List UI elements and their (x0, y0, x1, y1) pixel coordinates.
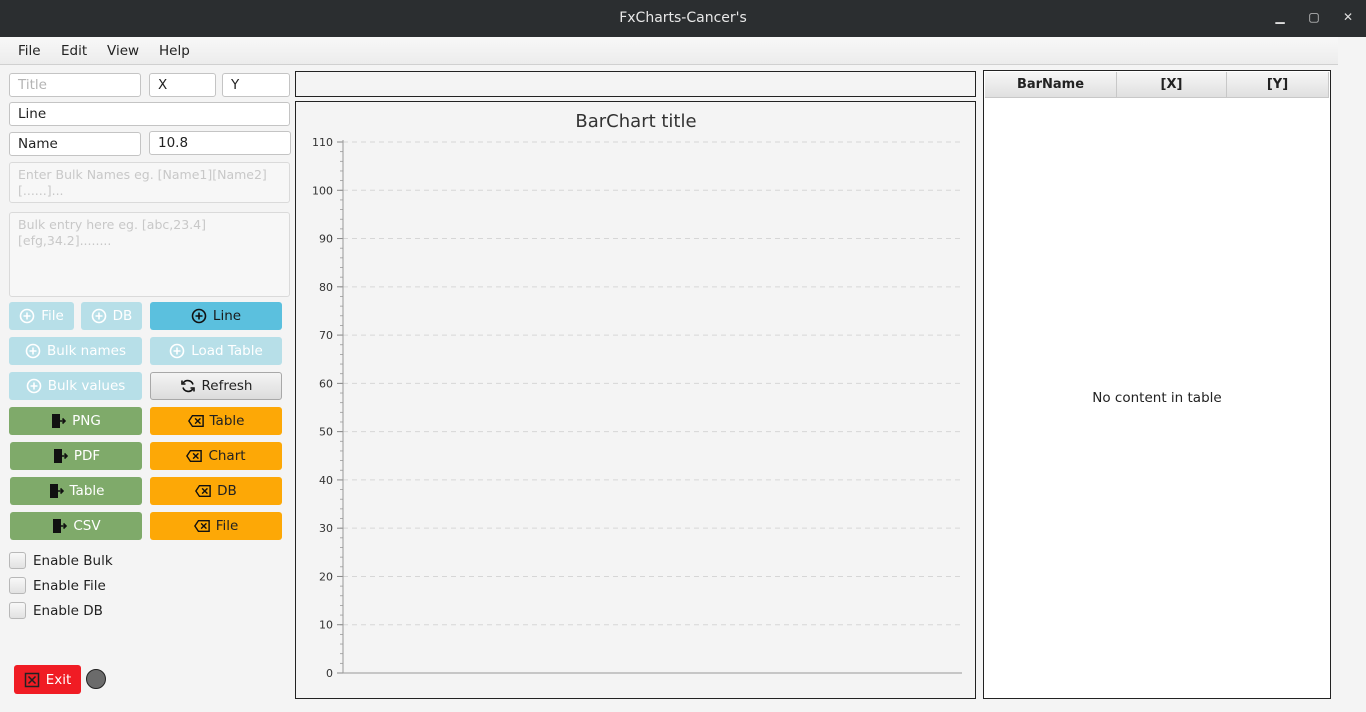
status-indicator (86, 669, 106, 689)
clear-db-label: DB (217, 483, 237, 499)
clear-chart-label: Chart (208, 448, 246, 464)
clear-db-button[interactable]: DB (150, 477, 282, 505)
load-table-label: Load Table (191, 343, 263, 359)
window-title: FxCharts-Cancer's (619, 10, 747, 26)
column-header-barname[interactable]: BarName (985, 72, 1117, 98)
refresh-button[interactable]: Refresh (150, 372, 282, 400)
bulk-values-label: Bulk values (47, 378, 126, 394)
y-tick-label: 40 (319, 474, 333, 487)
y-tick-label: 80 (319, 281, 333, 294)
x-input[interactable]: X (149, 73, 216, 97)
chart-title: BarChart title (575, 111, 696, 132)
plus-circle-icon (25, 343, 41, 359)
exit-label: Exit (45, 671, 72, 688)
series-input[interactable]: Line (9, 102, 290, 126)
y-tick-label: 90 (319, 233, 333, 246)
name-input[interactable]: Name (9, 132, 141, 156)
y-tick-label: 100 (312, 184, 333, 197)
load-table-button[interactable]: Load Table (150, 337, 282, 365)
chart-panel: BarChart title 0 10 20 30 40 50 60 70 80 90 100 110 (295, 101, 976, 699)
title-input[interactable]: Title (9, 73, 141, 97)
maximize-icon[interactable]: ▢ (1306, 9, 1322, 25)
enable-db-label: Enable DB (33, 603, 103, 619)
bulk-entry-textarea[interactable]: Bulk entry here eg. [abc,23.4][efg,34.2]… (9, 212, 290, 297)
clear-file-button[interactable]: File (150, 512, 282, 540)
plus-circle-icon (26, 378, 42, 394)
export-table-label: Table (69, 483, 105, 499)
plus-circle-icon (19, 308, 35, 324)
add-line-label: Line (212, 308, 242, 324)
status-bar (295, 71, 976, 97)
table-empty-message: No content in table (1092, 390, 1222, 406)
plus-circle-icon (169, 343, 185, 359)
add-file-label: File (41, 308, 64, 324)
export-csv-button[interactable]: CSV (10, 512, 142, 540)
menu-file[interactable]: File (18, 43, 41, 59)
refresh-icon (180, 379, 195, 393)
y-tick-label: 30 (319, 522, 333, 535)
export-png-button[interactable]: PNG (9, 407, 142, 435)
menu-help[interactable]: Help (159, 43, 190, 59)
plus-circle-icon (91, 308, 106, 324)
minimize-icon[interactable]: ▁ (1272, 9, 1288, 25)
y-tick-label: 70 (319, 329, 333, 342)
bulk-values-button[interactable]: Bulk values (9, 372, 142, 400)
add-line-button[interactable]: Line (150, 302, 282, 330)
export-icon (53, 519, 68, 533)
clear-x-icon (186, 449, 203, 463)
y-input[interactable]: Y (222, 73, 290, 97)
export-png-label: PNG (72, 413, 101, 429)
enable-file-label: Enable File (33, 578, 106, 594)
enable-db-checkbox[interactable] (9, 602, 26, 619)
value-input[interactable]: 10.8 (149, 131, 291, 155)
bulk-names-input[interactable]: Enter Bulk Names eg. [Name1][Name2][....… (9, 162, 290, 203)
clear-x-icon (187, 414, 204, 428)
bar-chart: BarChart title 0 10 20 30 40 50 60 70 80 90 100 110 (312, 111, 962, 680)
y-tick-label: 0 (326, 667, 333, 680)
column-header-x[interactable]: [X] (1117, 72, 1227, 98)
export-csv-label: CSV (73, 518, 101, 534)
enable-file-checkbox[interactable] (9, 577, 26, 594)
y-tick-label: 10 (319, 619, 333, 632)
export-icon (49, 484, 64, 498)
y-tick-label: 50 (319, 426, 333, 439)
clear-chart-button[interactable]: Chart (150, 442, 282, 470)
export-pdf-label: PDF (73, 448, 101, 464)
menu-edit[interactable]: Edit (61, 43, 87, 59)
add-db-label: DB (112, 308, 133, 324)
clear-x-icon (193, 519, 210, 533)
refresh-label: Refresh (201, 378, 253, 394)
clear-file-label: File (215, 518, 239, 534)
export-icon (52, 414, 67, 428)
bulk-names-button[interactable]: Bulk names (9, 337, 142, 365)
plus-circle-icon (191, 308, 207, 324)
clear-table-button[interactable]: Table (150, 407, 282, 435)
y-tick-label: 20 (319, 570, 333, 583)
enable-bulk-label: Enable Bulk (33, 553, 113, 569)
clear-x-icon (195, 484, 211, 498)
close-icon[interactable]: ✕ (1340, 9, 1356, 25)
bulk-names-label: Bulk names (47, 343, 126, 359)
y-tick-label: 110 (312, 136, 333, 149)
menu-bar: File Edit View Help (0, 37, 1338, 65)
menu-view[interactable]: View (107, 43, 139, 59)
data-table: BarName [X] [Y] No content in table (983, 70, 1331, 699)
export-pdf-button[interactable]: PDF (10, 442, 142, 470)
add-db-button[interactable]: DB (81, 302, 142, 330)
exit-button[interactable]: Exit (14, 665, 81, 694)
y-tick-label: 60 (319, 377, 333, 390)
clear-table-label: Table (209, 413, 245, 429)
add-file-button[interactable]: File (9, 302, 74, 330)
export-table-button[interactable]: Table (10, 477, 142, 505)
export-icon (53, 449, 68, 463)
window-titlebar: FxCharts-Cancer's ▁ ▢ ✕ (0, 0, 1366, 37)
enable-bulk-checkbox[interactable] (9, 552, 26, 569)
column-header-y[interactable]: [Y] (1227, 72, 1329, 98)
close-box-icon (24, 672, 39, 687)
